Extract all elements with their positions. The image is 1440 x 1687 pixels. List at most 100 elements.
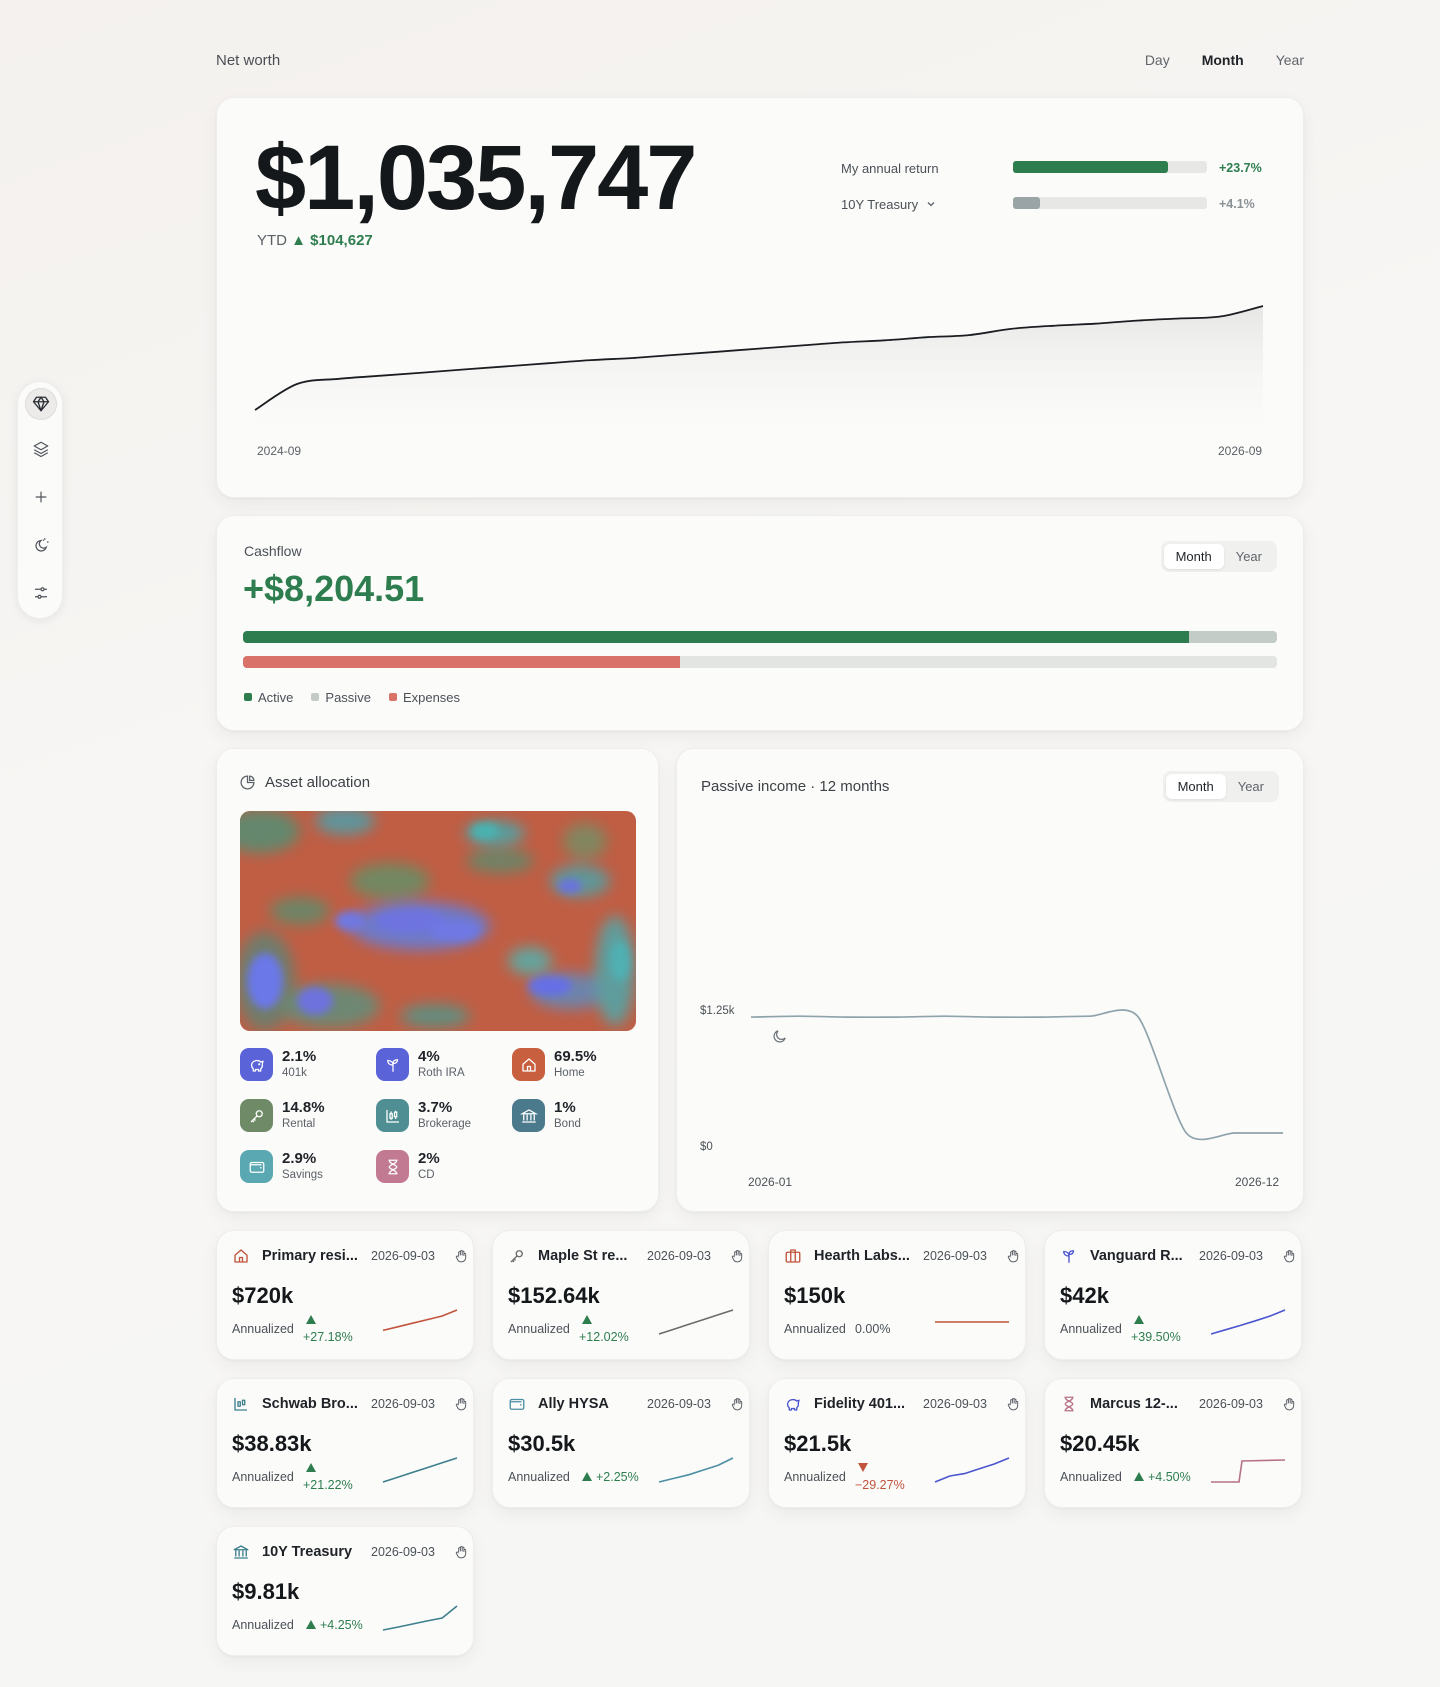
hand-icon[interactable] bbox=[1006, 1248, 1020, 1264]
allocation-item-brokerage[interactable]: 3.7% Brokerage bbox=[376, 1099, 512, 1135]
allocation-name: Rental bbox=[282, 1118, 316, 1130]
annualized-label: Annualized bbox=[1060, 1322, 1122, 1336]
annualized-label: Annualized bbox=[232, 1618, 294, 1632]
plus-icon[interactable] bbox=[25, 481, 57, 513]
chevron-down-icon bbox=[927, 202, 935, 207]
allocation-item-cd[interactable]: 2% CD bbox=[376, 1150, 512, 1186]
cashflow-label: Cashflow bbox=[244, 543, 302, 559]
account-sparkline bbox=[382, 1457, 458, 1483]
layers-icon[interactable] bbox=[25, 433, 57, 465]
passive-income-title: Passive income · 12 months bbox=[701, 778, 890, 795]
hand-icon[interactable] bbox=[1006, 1396, 1020, 1412]
allocation-item-rental[interactable]: 14.8% Rental bbox=[240, 1099, 376, 1135]
account-sparkline bbox=[658, 1457, 734, 1483]
account-date: 2026-09-03 bbox=[1199, 1397, 1263, 1411]
account-card[interactable]: Schwab Bro... 2026-09-03 $38.83k Annualized… bbox=[216, 1378, 474, 1508]
period-year[interactable]: Year bbox=[1276, 52, 1304, 68]
allocation-name: CD bbox=[418, 1169, 435, 1181]
account-card[interactable]: Hearth Labs... 2026-09-03 $150k Annualized 0… bbox=[768, 1230, 1026, 1360]
allocation-item-401k[interactable]: 2.1% 401k bbox=[240, 1048, 376, 1084]
hand-icon[interactable] bbox=[454, 1544, 468, 1560]
sprout-icon bbox=[376, 1048, 409, 1081]
account-sparkline bbox=[1211, 1459, 1286, 1483]
period-day[interactable]: Day bbox=[1145, 52, 1170, 68]
passive-income-line bbox=[750, 1009, 1283, 1141]
candlestick-icon bbox=[234, 1398, 247, 1411]
header: Net worth Day Month Year bbox=[216, 52, 1304, 72]
gem-icon[interactable] bbox=[25, 388, 57, 420]
allocation-item-roth-ira[interactable]: 4% Roth IRA bbox=[376, 1048, 512, 1084]
allocation-item-home[interactable]: 69.5% Home bbox=[512, 1048, 640, 1084]
net-worth-value: $1,035,747 bbox=[255, 127, 697, 229]
allocation-pct: 14.8% bbox=[282, 1099, 325, 1116]
account-date: 2026-09-03 bbox=[371, 1545, 435, 1559]
account-card[interactable]: Maple St re... 2026-09-03 $152.64k Annualiz… bbox=[492, 1230, 750, 1360]
compare-bar bbox=[1013, 197, 1207, 209]
allocation-header: Asset allocation bbox=[239, 774, 370, 791]
passive-month[interactable]: Month bbox=[1165, 774, 1226, 799]
ytd-amount: ▲ $104,627 bbox=[291, 232, 373, 249]
hand-icon[interactable] bbox=[1282, 1396, 1296, 1412]
account-return: +21.22% bbox=[303, 1478, 353, 1492]
account-return: −29.27% bbox=[855, 1478, 905, 1492]
ytd-change: YTD ▲ $104,627 bbox=[257, 232, 373, 249]
sun-moon-icon[interactable] bbox=[25, 529, 57, 561]
allocation-pct: 4% bbox=[418, 1048, 440, 1065]
arrow-up-icon bbox=[306, 1315, 316, 1324]
piggy-bank-icon bbox=[786, 1398, 800, 1411]
sliders-icon[interactable] bbox=[25, 577, 57, 609]
allocation-item-bond[interactable]: 1% Bond bbox=[512, 1099, 640, 1135]
cashflow-month[interactable]: Month bbox=[1163, 544, 1224, 569]
hand-icon[interactable] bbox=[730, 1396, 744, 1412]
account-date: 2026-09-03 bbox=[923, 1397, 987, 1411]
expense-bar bbox=[243, 656, 1277, 668]
hand-icon[interactable] bbox=[1282, 1248, 1296, 1264]
account-card[interactable]: Marcus 12-... 2026-09-03 $20.45k Annualized… bbox=[1044, 1378, 1302, 1508]
account-date: 2026-09-03 bbox=[923, 1249, 987, 1263]
y-axis-bottom: $0 bbox=[700, 1141, 713, 1153]
passive-income-header: Passive income · 12 months bbox=[701, 778, 890, 1043]
allocation-item-savings[interactable]: 2.9% Savings bbox=[240, 1150, 376, 1186]
x-axis-end: 2026-12 bbox=[1235, 1175, 1280, 1189]
account-name: Marcus 12-... bbox=[1090, 1396, 1178, 1412]
account-card[interactable]: Ally HYSA 2026-09-03 $30.5k Annualized +2.25… bbox=[492, 1378, 750, 1508]
account-value: $152.64k bbox=[508, 1283, 600, 1308]
account-sparkline bbox=[935, 1321, 1009, 1323]
arrow-up-icon bbox=[1134, 1472, 1144, 1481]
account-card[interactable]: Vanguard R... 2026-09-03 $42k Annualized +39… bbox=[1044, 1230, 1302, 1360]
account-return: 0.00% bbox=[855, 1322, 891, 1336]
account-date: 2026-09-03 bbox=[647, 1397, 711, 1411]
wallet-icon bbox=[509, 1398, 525, 1410]
account-date: 2026-09-03 bbox=[371, 1397, 435, 1411]
side-toolbar bbox=[17, 381, 63, 619]
active-income-fill bbox=[243, 631, 1190, 643]
hand-icon[interactable] bbox=[454, 1396, 468, 1412]
period-month[interactable]: Month bbox=[1202, 52, 1244, 68]
account-return: +27.18% bbox=[303, 1330, 353, 1344]
cashflow-amount: +$8,204.51 bbox=[243, 568, 425, 609]
account-card[interactable]: 10Y Treasury 2026-09-03 $9.81k Annualized +4… bbox=[216, 1526, 474, 1656]
return-comparison: My annual return +23.7% 10Y Treasury +4.… bbox=[841, 161, 1271, 233]
cashflow-period-toggle: Month Year bbox=[1160, 541, 1277, 572]
account-value: $150k bbox=[784, 1283, 846, 1308]
account-return: +4.25% bbox=[320, 1618, 363, 1632]
account-sparkline bbox=[1210, 1309, 1286, 1335]
sparkline-path bbox=[658, 1309, 734, 1335]
passive-year[interactable]: Year bbox=[1226, 774, 1276, 799]
annualized-label: Annualized bbox=[508, 1322, 570, 1336]
allocation-pct: 2.1% bbox=[282, 1048, 317, 1065]
account-card[interactable]: Primary resi... 2026-09-03 $720k Annualized… bbox=[216, 1230, 474, 1360]
benchmark-dropdown[interactable]: 10Y Treasury bbox=[841, 197, 936, 212]
income-bar bbox=[243, 631, 1277, 643]
piggy-bank-icon bbox=[240, 1048, 273, 1081]
x-axis-start: 2026-01 bbox=[748, 1175, 793, 1189]
compare-row-treasury: 10Y Treasury +4.1% bbox=[841, 197, 1271, 233]
compare-row-annual: My annual return +23.7% bbox=[841, 161, 1271, 197]
hand-icon[interactable] bbox=[730, 1248, 744, 1264]
sparkline-path bbox=[382, 1457, 458, 1483]
hand-icon[interactable] bbox=[454, 1248, 468, 1264]
account-card[interactable]: Fidelity 401... 2026-09-03 $21.5k Annualize… bbox=[768, 1378, 1026, 1508]
home-icon bbox=[234, 1249, 248, 1263]
cashflow-year[interactable]: Year bbox=[1224, 544, 1274, 569]
annualized-label: Annualized bbox=[508, 1470, 570, 1484]
